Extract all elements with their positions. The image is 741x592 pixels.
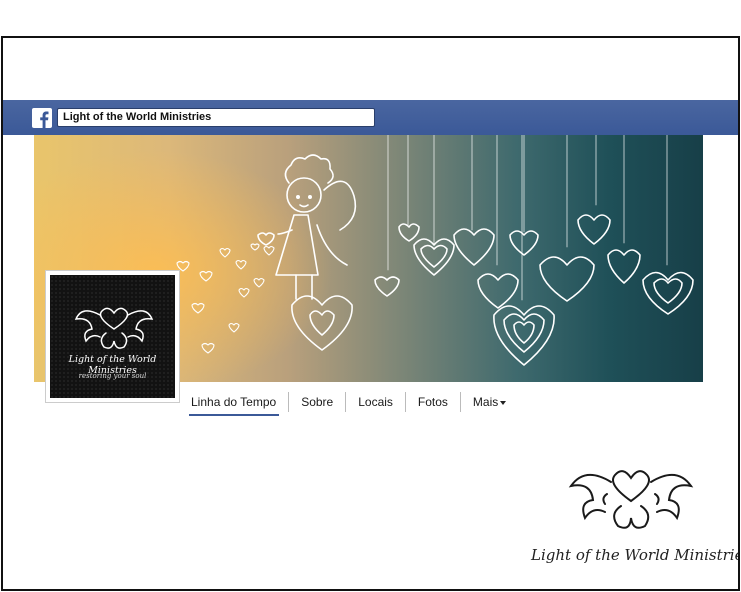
tab-label: Fotos [417, 395, 448, 409]
search-input[interactable]: Light of the World Ministries [57, 108, 375, 127]
active-tab-indicator [189, 414, 279, 416]
profile-picture[interactable]: Light of the World Ministries restoring … [45, 270, 180, 403]
tab-label: Linha do Tempo [191, 395, 277, 409]
tab-label: Locais [358, 395, 393, 409]
tab-about[interactable]: Sobre [288, 392, 345, 412]
tab-photos[interactable]: Fotos [404, 392, 460, 412]
tab-label: Sobre [301, 395, 334, 409]
caret-down-icon [500, 401, 507, 405]
brand-name: Light of the World Ministries [531, 546, 740, 564]
facebook-logo-icon[interactable] [32, 108, 52, 128]
facebook-top-bar: Light of the World Ministries [3, 100, 738, 135]
tab-places[interactable]: Locais [345, 392, 405, 412]
tab-timeline[interactable]: Linha do Tempo [189, 392, 288, 412]
profile-tagline: restoring your soul [78, 372, 147, 380]
profile-logo: Light of the World Ministries restoring … [50, 275, 175, 398]
brand-logo: Light of the World Ministries [531, 458, 740, 588]
tab-more[interactable]: Mais [459, 392, 518, 412]
page-frame: Light of the World Ministries Light of t… [1, 36, 740, 591]
profile-tabs: Linha do Tempo Sobre Locais Fotos Mais [189, 388, 518, 416]
tab-label: Mais [472, 395, 499, 409]
